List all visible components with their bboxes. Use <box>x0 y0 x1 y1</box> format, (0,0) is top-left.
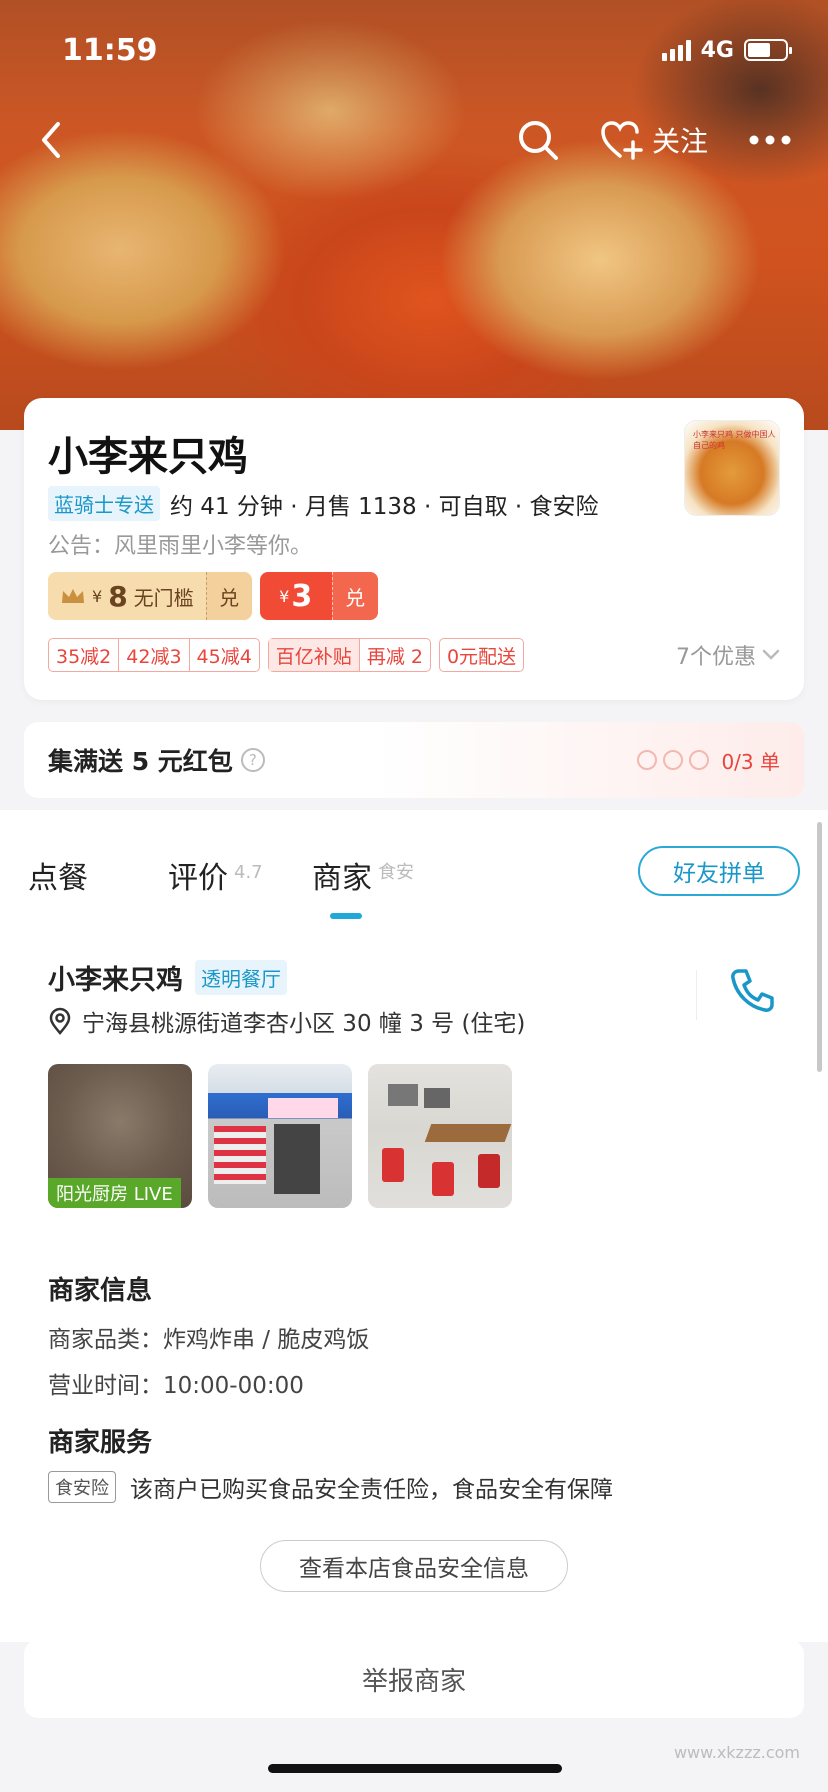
more-button[interactable] <box>748 134 792 146</box>
progress-dot <box>663 750 684 770</box>
subsidy-tags: 百亿补贴 再减 2 <box>267 638 431 672</box>
coupon-row: ¥ 8 无门槛 兑 ¥ 3 兑 <box>48 572 378 620</box>
call-button[interactable] <box>722 960 782 1020</box>
watermark: www.xkzzz.com <box>673 1743 800 1762</box>
storefront-photo[interactable] <box>208 1064 352 1208</box>
chevron-down-icon <box>762 649 780 660</box>
group-order-button[interactable]: 好友拼单 <box>638 846 800 896</box>
battery-icon <box>744 39 792 61</box>
red-coupon-amount: 3 <box>291 578 313 614</box>
collect-redpacket-banner[interactable]: 集满送 5 元红包 ? 0/3 单 <box>24 722 804 798</box>
delivery-tag: 蓝骑士专送 <box>48 486 160 521</box>
transparent-restaurant-badge: 透明餐厅 <box>195 960 287 995</box>
scrollbar[interactable] <box>817 822 822 1072</box>
promo-row[interactable]: 35减2 42减3 45减4 百亿补贴 再减 2 0元配送 7个优惠 <box>48 638 780 672</box>
status-time: 11:59 <box>62 32 158 68</box>
gold-coupon-amount: 8 <box>108 579 128 613</box>
phone-icon <box>731 969 774 1012</box>
live-label: 阳光厨房 LIVE <box>48 1178 181 1208</box>
shop-meta-text: 约 41 分钟 · 月售 1138 · 可自取 · 食安险 <box>170 493 599 520</box>
shop-logo-text: 小李来只鸡 只做中国人自己的鸡 <box>693 430 776 450</box>
status-bar: 11:59 4G <box>62 30 792 70</box>
tab-order[interactable]: 点餐 <box>28 853 88 897</box>
food-safety-info-button[interactable]: 查看本店食品安全信息 <box>260 1540 568 1592</box>
back-arrow-icon <box>42 122 60 158</box>
shop-logo[interactable]: 小李来只鸡 只做中国人自己的鸡 <box>684 420 780 516</box>
tab-merchant-label: 商家 <box>312 861 372 896</box>
heart-plus-icon <box>601 121 643 160</box>
help-icon[interactable]: ? <box>240 748 265 772</box>
service-row: 食安险 该商户已购买食品安全责任险，食品安全有保障 <box>48 1470 613 1504</box>
search-button[interactable] <box>516 118 560 162</box>
tab-merchant-sub: 食安 <box>378 862 414 883</box>
tab-merchant[interactable]: 商家 食安 <box>312 853 414 919</box>
subsidy-tag: 百亿补贴 <box>268 639 359 671</box>
discount-tag: 42减3 <box>118 639 188 671</box>
top-nav: 关注 <box>36 110 792 170</box>
discount-tag: 35减2 <box>56 645 112 668</box>
shop-card: 小李来只鸡 小李来只鸡 只做中国人自己的鸡 蓝骑士专送 约 41 分钟 · 月售… <box>24 398 804 700</box>
gold-coupon-redeem[interactable]: 兑 <box>205 572 252 620</box>
food-safety-insurance-tag: 食安险 <box>48 1471 116 1503</box>
gold-coupon[interactable]: ¥ 8 无门槛 兑 <box>48 572 252 620</box>
address-text: 宁海县桃源街道李杏小区 30 幢 3 号 (住宅) <box>82 1011 526 1037</box>
collect-progress: 0/3 单 <box>637 746 780 775</box>
merchant-panel: 点餐 评价 4.7 商家 食安 好友拼单 小李来只鸡 透明餐厅 宁海县桃源街道李… <box>0 810 828 1642</box>
red-coupon-currency: ¥ <box>279 586 290 606</box>
shop-notice: 公告：风里雨里小李等你。 <box>48 534 313 559</box>
tab-review[interactable]: 评价 4.7 <box>168 853 263 897</box>
more-deals-button[interactable]: 7个优惠 <box>676 639 780 671</box>
service-description: 该商户已购买食品安全责任险，食品安全有保障 <box>130 1477 613 1503</box>
crown-icon <box>62 589 84 603</box>
search-icon <box>518 121 558 160</box>
report-merchant-button[interactable]: 举报商家 <box>24 1640 804 1718</box>
red-coupon-redeem[interactable]: 兑 <box>331 572 378 620</box>
tab-order-label: 点餐 <box>28 861 88 896</box>
merchant-service-title: 商家服务 <box>48 1428 153 1458</box>
status-right: 4G <box>661 37 792 63</box>
divider <box>696 970 697 1020</box>
shop-meta: 蓝骑士专送 约 41 分钟 · 月售 1138 · 可自取 · 食安险 <box>48 486 599 521</box>
back-button[interactable] <box>36 120 66 160</box>
shop-name: 小李来只鸡 <box>48 434 248 480</box>
collect-title: 集满送 5 元红包 <box>48 747 233 776</box>
network-label: 4G <box>700 37 734 63</box>
business-hours: 营业时间：10:00-00:00 <box>48 1373 304 1399</box>
collect-count: 0/3 单 <box>721 749 780 774</box>
tab-active-indicator <box>330 913 362 919</box>
gold-coupon-desc: 无门槛 <box>133 585 194 610</box>
more-dots-icon <box>749 135 791 145</box>
tab-bar: 点餐 评价 4.7 商家 食安 好友拼单 <box>28 840 800 919</box>
merchant-address[interactable]: 宁海县桃源街道李杏小区 30 幢 3 号 (住宅) <box>48 1004 525 1038</box>
progress-dot <box>689 750 710 770</box>
discount-tags: 35减2 42减3 45减4 <box>48 638 260 672</box>
progress-dot <box>637 750 658 770</box>
more-deals-label: 7个优惠 <box>676 645 756 670</box>
red-coupon[interactable]: ¥ 3 兑 <box>259 572 378 620</box>
gold-coupon-currency: ¥ <box>92 586 103 606</box>
review-score: 4.7 <box>234 862 263 883</box>
kitchen-live-photo[interactable]: 阳光厨房 LIVE <box>48 1064 192 1208</box>
follow-button[interactable]: 关注 <box>600 120 708 160</box>
signal-icon <box>661 39 691 61</box>
discount-tag: 45减4 <box>188 639 259 671</box>
merchant-title: 小李来只鸡 透明餐厅 <box>48 958 287 997</box>
location-pin-icon <box>49 1007 71 1035</box>
store-photos: 阳光厨房 LIVE <box>48 1064 512 1208</box>
merchant-name: 小李来只鸡 <box>48 965 183 996</box>
interior-photo[interactable] <box>368 1064 512 1208</box>
merchant-info-title: 商家信息 <box>48 1276 153 1306</box>
follow-label: 关注 <box>651 125 708 158</box>
subsidy-extra-tag: 再减 2 <box>358 639 430 671</box>
free-delivery-label: 0元配送 <box>446 645 517 668</box>
merchant-category: 商家品类：炸鸡炸串 / 脆皮鸡饭 <box>48 1327 370 1353</box>
tab-review-label: 评价 <box>168 861 228 896</box>
home-indicator[interactable] <box>268 1764 562 1773</box>
free-delivery-tag: 0元配送 <box>438 638 525 672</box>
